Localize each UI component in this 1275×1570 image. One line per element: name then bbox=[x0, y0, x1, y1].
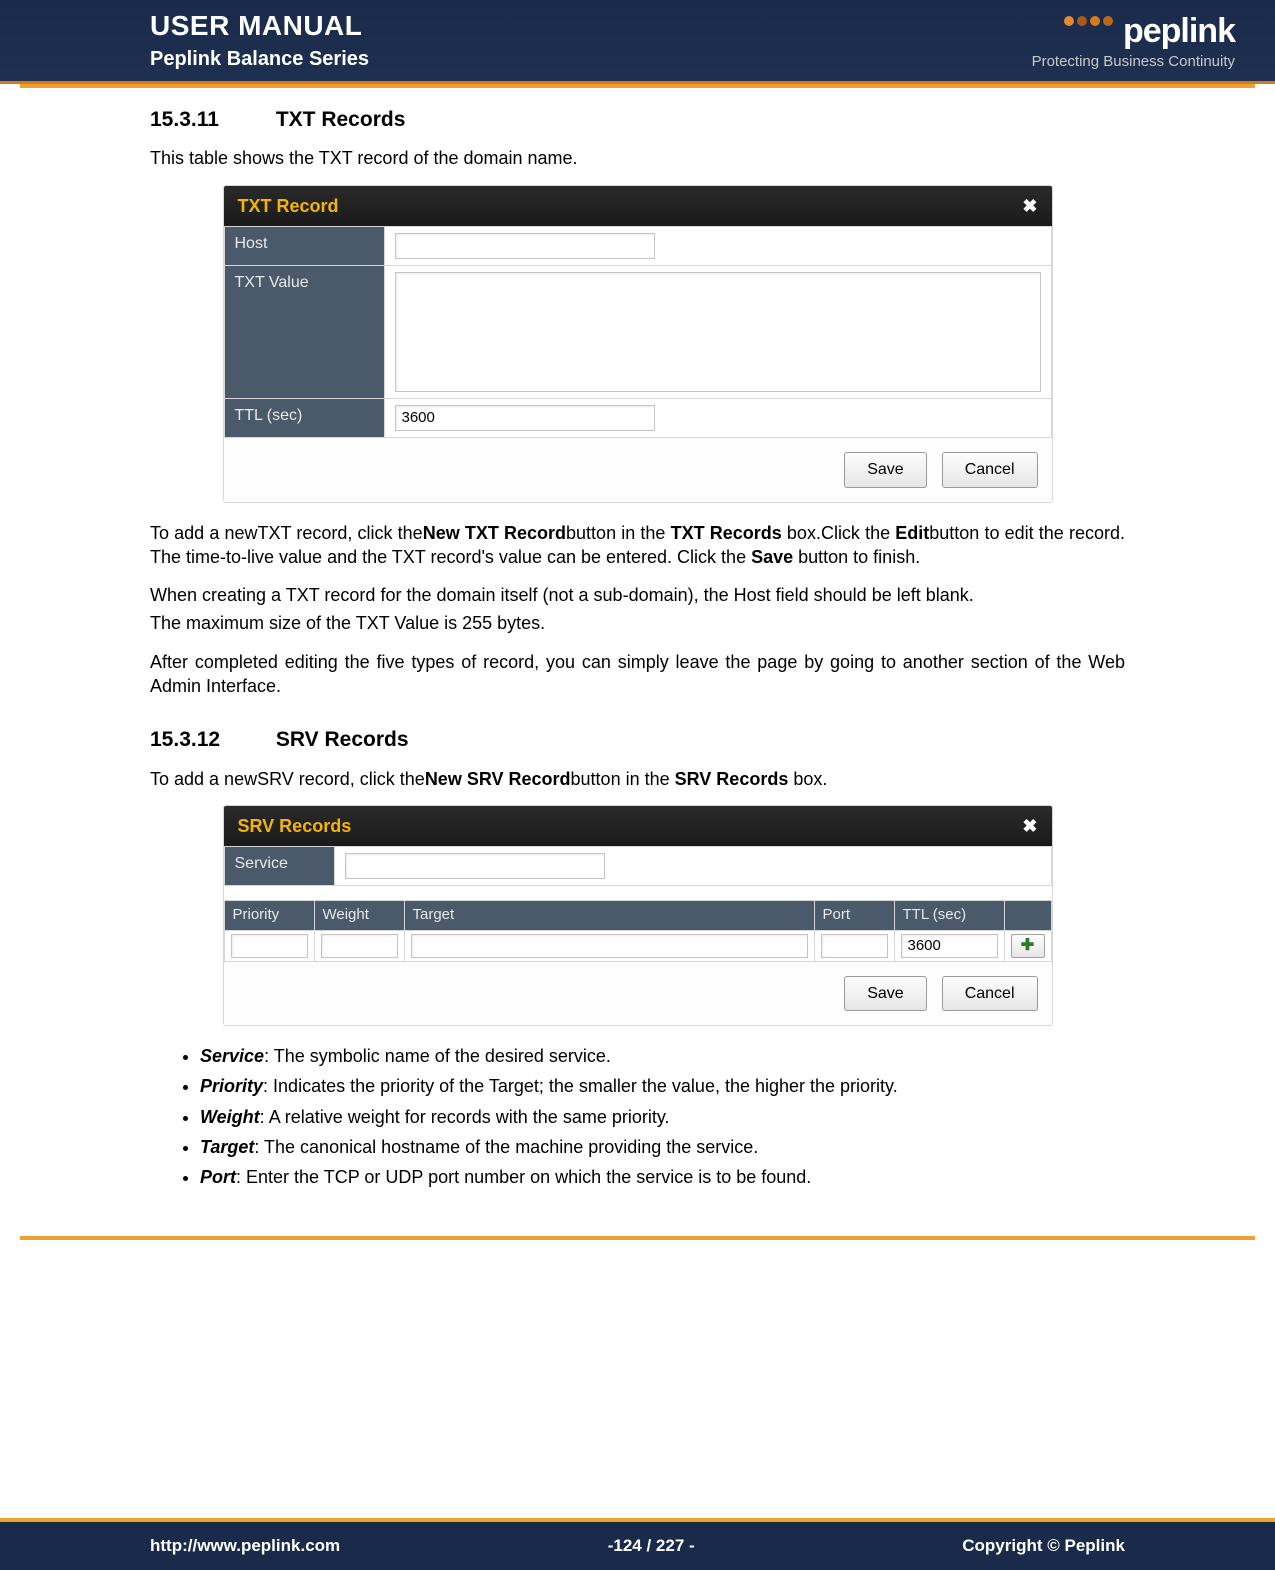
priority-input[interactable] bbox=[231, 934, 308, 958]
col-priority: Priority bbox=[224, 901, 314, 930]
add-row-button[interactable]: ✚ bbox=[1011, 934, 1045, 958]
srv-ttl-input[interactable] bbox=[901, 934, 998, 958]
txt-record-figure: TXT Record ✖ Host TXT Value TTL (sec) S bbox=[223, 185, 1053, 503]
col-target: Target bbox=[404, 901, 814, 930]
host-input[interactable] bbox=[395, 233, 655, 259]
txtvalue-input[interactable] bbox=[395, 272, 1041, 392]
plus-icon: ✚ bbox=[1021, 935, 1034, 957]
section-num: 15.3.11 bbox=[150, 106, 270, 134]
target-input[interactable] bbox=[411, 934, 808, 958]
srv-dialog-title: SRV Records bbox=[238, 814, 352, 838]
doc-subtitle: Peplink Balance Series bbox=[150, 48, 369, 71]
ttl-label: TTL (sec) bbox=[224, 398, 384, 437]
txt-para-3: The maximum size of the TXT Value is 255… bbox=[150, 611, 1125, 635]
cancel-button[interactable]: Cancel bbox=[942, 452, 1038, 488]
srv-record-figure: SRV Records ✖ Service Priority Weight Ta… bbox=[223, 805, 1053, 1026]
host-label: Host bbox=[224, 226, 384, 265]
footer-page: -124 / 227 - bbox=[608, 1536, 695, 1556]
list-item: Service: The symbolic name of the desire… bbox=[200, 1044, 1125, 1068]
section-heading-txt: 15.3.11 TXT Records bbox=[150, 106, 1125, 134]
txt-para-4: After completed editing the five types o… bbox=[150, 650, 1125, 699]
page-footer: http://www.peplink.com -124 / 227 - Copy… bbox=[0, 1518, 1275, 1570]
srv-definitions: Service: The symbolic name of the desire… bbox=[200, 1044, 1125, 1189]
list-item: Target: The canonical hostname of the ma… bbox=[200, 1135, 1125, 1159]
save-button[interactable]: Save bbox=[844, 452, 926, 488]
txt-para-2: When creating a TXT record for the domai… bbox=[150, 583, 1125, 607]
section-num: 15.3.12 bbox=[150, 726, 270, 754]
list-item: Priority: Indicates the priority of the … bbox=[200, 1074, 1125, 1098]
save-button[interactable]: Save bbox=[844, 976, 926, 1012]
page-header: USER MANUAL Peplink Balance Series pepli… bbox=[0, 0, 1275, 84]
service-label: Service bbox=[224, 847, 334, 886]
section-title: SRV Records bbox=[276, 728, 409, 751]
cancel-button[interactable]: Cancel bbox=[942, 976, 1038, 1012]
brand-name: peplink bbox=[1123, 12, 1235, 51]
section-heading-srv: 15.3.12 SRV Records bbox=[150, 726, 1125, 754]
list-item: Port: Enter the TCP or UDP port number o… bbox=[200, 1165, 1125, 1189]
service-input[interactable] bbox=[345, 853, 605, 879]
col-port: Port bbox=[814, 901, 894, 930]
srv-intro: To add a newSRV record, click theNew SRV… bbox=[150, 767, 1125, 791]
logo-dots-icon bbox=[1064, 16, 1113, 26]
col-weight: Weight bbox=[314, 901, 404, 930]
ttl-input[interactable] bbox=[395, 405, 655, 431]
section-title: TXT Records bbox=[276, 108, 406, 131]
list-item: Weight: A relative weight for records wi… bbox=[200, 1105, 1125, 1129]
col-ttl: TTL (sec) bbox=[894, 901, 1004, 930]
port-input[interactable] bbox=[821, 934, 888, 958]
footer-url: http://www.peplink.com bbox=[150, 1536, 340, 1556]
close-icon[interactable]: ✖ bbox=[1022, 814, 1037, 838]
brand-logo: peplink bbox=[1064, 12, 1235, 51]
txtvalue-label: TXT Value bbox=[224, 265, 384, 398]
footer-copyright: Copyright © Peplink bbox=[962, 1536, 1125, 1556]
brand-tagline: Protecting Business Continuity bbox=[1032, 53, 1235, 70]
txt-intro: This table shows the TXT record of the d… bbox=[150, 146, 1125, 170]
table-row: ✚ bbox=[224, 930, 1051, 961]
close-icon[interactable]: ✖ bbox=[1022, 194, 1037, 218]
txt-dialog-title: TXT Record bbox=[238, 194, 339, 218]
doc-title: USER MANUAL bbox=[150, 10, 369, 42]
weight-input[interactable] bbox=[321, 934, 398, 958]
footer-divider bbox=[20, 1236, 1255, 1240]
txt-para-1: To add a newTXT record, click theNew TXT… bbox=[150, 521, 1125, 570]
